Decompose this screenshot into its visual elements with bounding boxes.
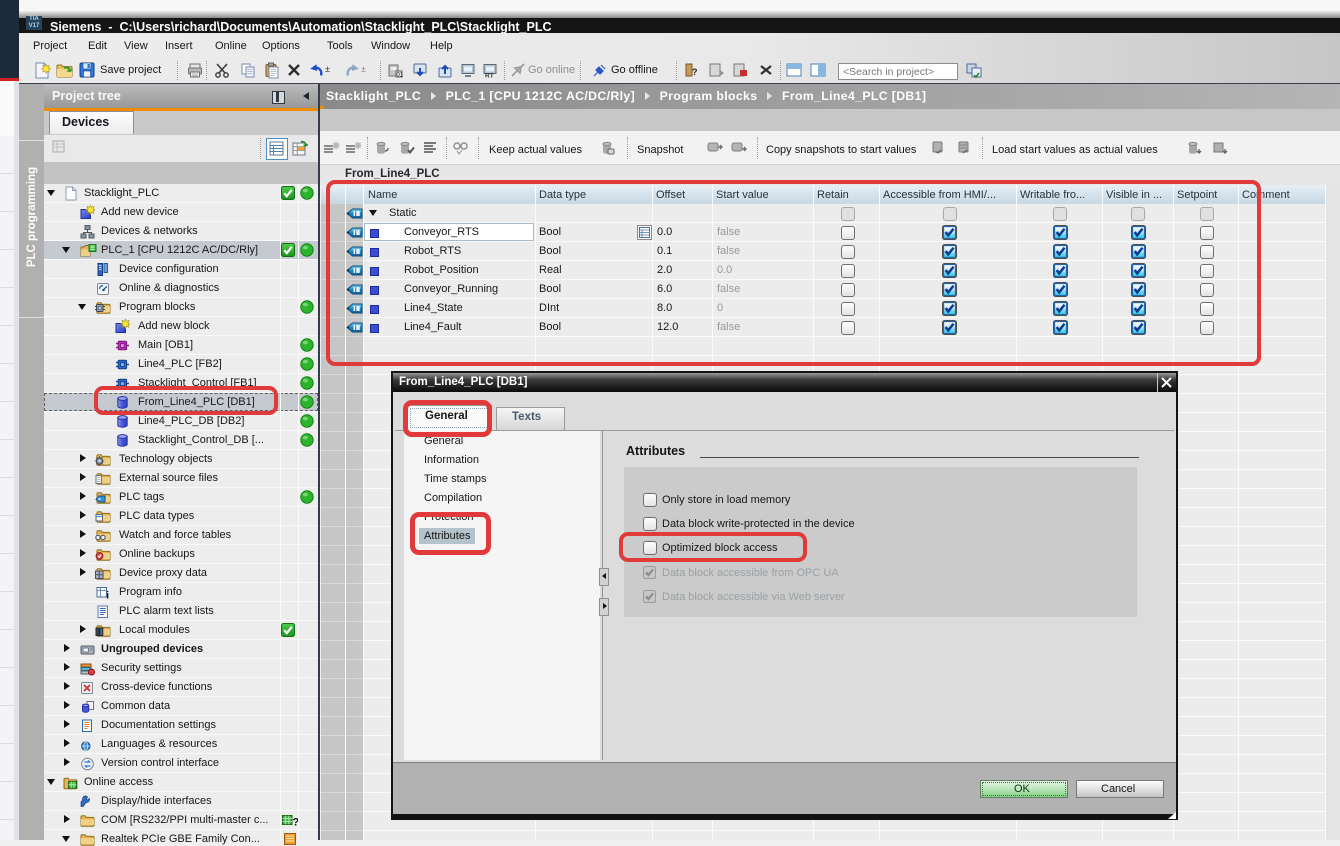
svg-text:?: ? (692, 67, 698, 77)
svg-text:RT: RT (485, 73, 494, 80)
svg-text:01: 01 (397, 73, 404, 79)
